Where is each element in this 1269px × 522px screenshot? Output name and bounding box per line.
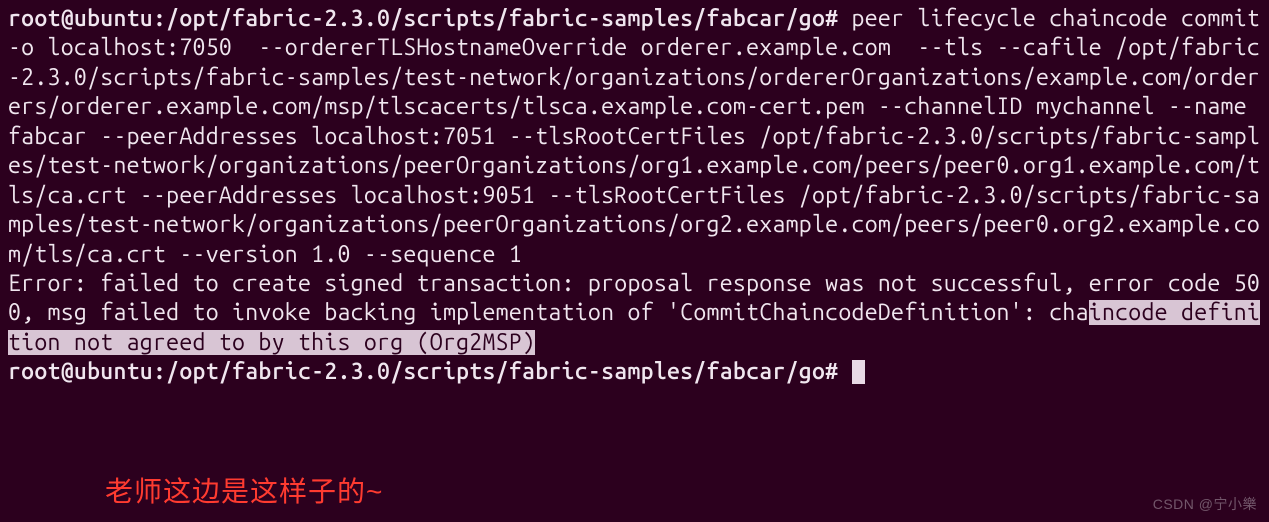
cursor-icon bbox=[852, 360, 865, 384]
annotation-caption: 老师这边是这样子的~ bbox=[105, 474, 383, 510]
command-text: peer lifecycle chaincode commit -o local… bbox=[8, 6, 1269, 267]
shell-prompt-2: root@ubuntu:/opt/fabric-2.3.0/scripts/fa… bbox=[8, 359, 852, 384]
shell-prompt: root@ubuntu:/opt/fabric-2.3.0/scripts/fa… bbox=[8, 6, 838, 31]
terminal-window[interactable]: root@ubuntu:/opt/fabric-2.3.0/scripts/fa… bbox=[0, 0, 1269, 391]
error-output-prefix: Error: failed to create signed transacti… bbox=[8, 271, 1260, 325]
watermark-text: CSDN @宁小樂 bbox=[1153, 496, 1257, 514]
